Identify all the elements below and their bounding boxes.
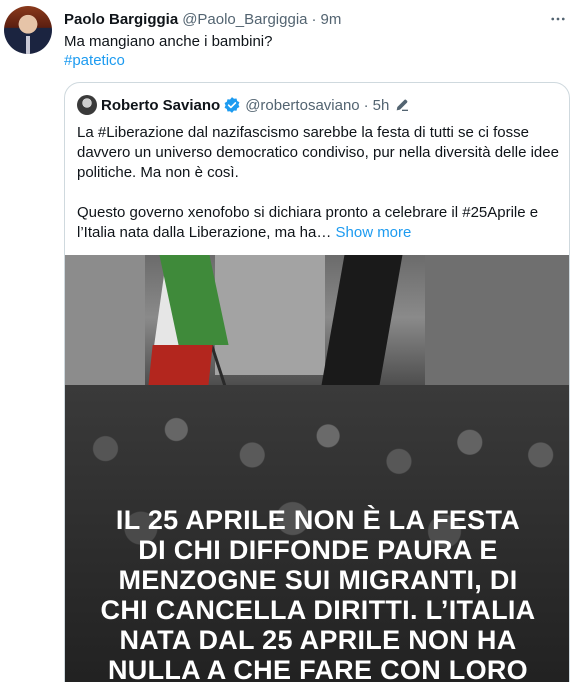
tweet-time[interactable]: 9m xyxy=(321,11,342,28)
separator: · xyxy=(311,10,317,28)
quoted-tweet-header: Roberto Saviano @robertosaviano · 5h xyxy=(77,95,410,115)
quoted-tweet-time[interactable]: 5h xyxy=(373,97,390,114)
quoted-paragraph-1: La #Liberazione dal nazifascismo sarebbe… xyxy=(77,124,559,181)
quoted-author-name[interactable]: Roberto Saviano xyxy=(101,97,220,114)
quoted-tweet-body: La #Liberazione dal nazifascismo sarebbe… xyxy=(77,123,561,243)
image-caption-line: NULLA A CHE FARE CON LORO xyxy=(108,655,528,682)
image-caption-line: MENZOGNE SUI MIGRANTI, DI xyxy=(118,565,518,595)
edited-pencil-icon[interactable] xyxy=(394,97,410,113)
hashtag-link[interactable]: #patetico xyxy=(64,51,125,71)
image-caption-text: IL 25 APRILE NON È LA FESTA DI CHI DIFFO… xyxy=(65,505,569,682)
tweet[interactable]: Paolo Bargiggia @Paolo_Bargiggia · 9m Ma… xyxy=(0,0,571,682)
quoted-tweet-image[interactable]: IL 25 APRILE NON È LA FESTA DI CHI DIFFO… xyxy=(65,255,569,682)
verified-badge-icon xyxy=(223,96,241,114)
tweet-header: Paolo Bargiggia @Paolo_Bargiggia · 9m xyxy=(64,9,341,29)
tweet-text: Ma mangiano anche i bambini? xyxy=(64,33,273,50)
separator: · xyxy=(363,96,369,114)
image-caption-line: NATA DAL 25 APRILE NON HA xyxy=(119,625,517,655)
image-caption-line: CHI CANCELLA DIRITTI. L’ITALIA xyxy=(100,595,536,625)
quoted-paragraph-2: Questo governo xenofobo si dichiara pron… xyxy=(77,203,561,243)
quoted-author-handle[interactable]: @robertosaviano xyxy=(245,97,359,114)
author-avatar[interactable] xyxy=(4,6,52,54)
author-handle[interactable]: @Paolo_Bargiggia xyxy=(182,11,307,28)
quoted-tweet[interactable]: Roberto Saviano @robertosaviano · 5h La … xyxy=(64,82,570,682)
image-caption-line: DI CHI DIFFONDE PAURA E xyxy=(138,535,498,565)
more-horizontal-icon[interactable] xyxy=(548,9,568,29)
show-more-link[interactable]: Show more xyxy=(336,224,412,241)
quoted-author-avatar[interactable] xyxy=(77,95,97,115)
quoted-paragraph-2-text: Questo governo xenofobo si dichiara pron… xyxy=(77,204,539,241)
author-name[interactable]: Paolo Bargiggia xyxy=(64,11,178,28)
image-caption-line: IL 25 APRILE NON È LA FESTA xyxy=(115,505,521,535)
